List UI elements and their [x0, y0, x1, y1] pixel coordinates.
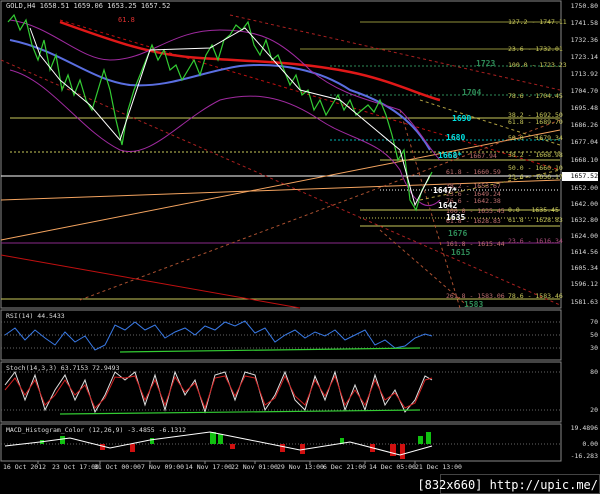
price-tick: 1750.80 — [570, 2, 598, 10]
price-tick: 1624.00 — [570, 232, 598, 240]
time-tick: 23 Oct 17:00 — [52, 463, 99, 471]
price-mark: 1647* — [433, 186, 458, 195]
chart-window — [0, 0, 598, 464]
time-tick: 29 Nov 13:00 — [277, 463, 324, 471]
price-tick: 1581.63 — [570, 298, 598, 306]
macd-title: MACD_Histogram_Color (12,26,9) -3.4855 -… — [6, 426, 187, 434]
inner-fib-label: 261.8 - 1583.06 — [446, 292, 505, 300]
price-tick: 1741.58 — [570, 19, 598, 27]
time-tick: 14 Nov 17:00 — [185, 463, 232, 471]
fib-label: 23.6 - 1732.01 — [508, 45, 563, 53]
stoch-signal-line — [4, 374, 433, 410]
rsi-level-label: 70 — [590, 318, 598, 326]
price-tick: 1668.10 — [570, 156, 598, 164]
macd-level-label: 19.4896 — [570, 424, 598, 432]
time-tick: 16 Oct 2012 — [3, 463, 47, 471]
inner-fib-label: 161.8 - 1615.44 — [446, 240, 505, 248]
stoch-levels — [1, 371, 560, 411]
magenta-band-lower — [9, 69, 441, 207]
stoch-level-label: 80 — [590, 368, 598, 376]
time-tick: 7 Nov 09:00 — [141, 463, 185, 471]
inner-fib-label: 61.8 - 1660.59 — [446, 168, 501, 176]
price-mark: 1690 — [452, 114, 472, 123]
chart-header: GOLD,H4 1658.51 1659.06 1653.25 1657.52 — [6, 2, 170, 10]
time-tick: 21 Dec 13:00 — [415, 463, 462, 471]
price-tick: 1596.12 — [570, 280, 598, 288]
price-tick: 1632.80 — [570, 216, 598, 224]
fib-label: 38.2 - 1668.98 — [508, 151, 563, 159]
watermark-text[interactable]: [832x660] http://upic.me/ — [417, 478, 598, 492]
price-tick: 1677.04 — [570, 138, 598, 146]
macd-level-label: -16.283 — [570, 452, 598, 460]
price-mark: 1668* — [438, 151, 463, 160]
price-mark: 1635 — [446, 213, 466, 222]
time-tick: 22 Nov 01:00 — [231, 463, 278, 471]
fib-label: 78.6 - 1583.46 — [508, 292, 563, 300]
fib-label: 61.8 - 1628.83 — [508, 216, 563, 224]
price-tick: 1713.92 — [570, 70, 598, 78]
rsi-title: RSI(14) 44.5433 — [6, 312, 65, 320]
price-tick: 1695.48 — [570, 104, 598, 112]
rsi-trend — [119, 347, 421, 353]
fib-marker-label: 61.8 — [118, 16, 135, 24]
fib-label: 50.0 - 1660.10 — [508, 164, 563, 172]
price-candles-white — [29, 27, 431, 207]
fib-label: 100.0 - 1723.23 — [508, 61, 567, 69]
stoch-title: Stoch(14,3,3) 63.7153 72.9493 — [6, 364, 120, 372]
price-mark: 1583 — [464, 300, 484, 309]
price-tick: 1605.34 — [570, 264, 598, 272]
fib-label: 61.8 - 1689.70 — [508, 118, 563, 126]
current-price-label: 1657.52 — [570, 172, 598, 180]
fib-label: 23.6 - 1656.17 — [508, 173, 563, 181]
price-tick: 1686.26 — [570, 121, 598, 129]
price-tick: 1723.14 — [570, 53, 598, 61]
price-mark: 1704 — [462, 88, 482, 97]
price-mark: 1676 — [448, 229, 468, 238]
fib-label: 127.2 - 1747.11 — [508, 18, 567, 26]
rsi-level-label: 30 — [590, 344, 598, 352]
fib-label: 23.6 - 1616.34 — [508, 237, 563, 245]
price-tick: 1614.56 — [570, 248, 598, 256]
stoch-main-line — [4, 370, 433, 414]
price-mark: 1615 — [451, 248, 471, 257]
time-tick: 31 Oct 00:00 — [94, 463, 141, 471]
stoch-level-label: 20 — [590, 406, 598, 414]
ohlc-values: 1658.51 1659.06 1653.25 1657.52 — [39, 2, 171, 10]
fib-label: 50.0 - 1679.34 — [508, 134, 563, 142]
fib-label: 78.6 - 1704.45 — [508, 92, 563, 100]
fib-label: 0.0 - 1635.45 — [508, 206, 559, 214]
price-tick: 1652.00 — [570, 184, 598, 192]
symbol-label: GOLD,H4 — [6, 2, 36, 10]
price-mark: 1642 — [438, 201, 458, 210]
price-mark: 1723 — [476, 59, 496, 68]
price-tick: 1642.00 — [570, 200, 598, 208]
price-tick: 1704.70 — [570, 87, 598, 95]
time-tick: 6 Dec 21:00 — [323, 463, 367, 471]
rsi-levels — [1, 321, 560, 349]
macd-level-label: 0.00 — [582, 440, 598, 448]
magenta-band-upper — [9, 19, 441, 161]
stoch-trend — [59, 409, 421, 415]
rsi-level-label: 50 — [590, 331, 598, 339]
price-mark: 1680 — [446, 133, 466, 142]
time-tick: 14 Dec 05:00 — [369, 463, 416, 471]
price-tick: 1732.36 — [570, 36, 598, 44]
